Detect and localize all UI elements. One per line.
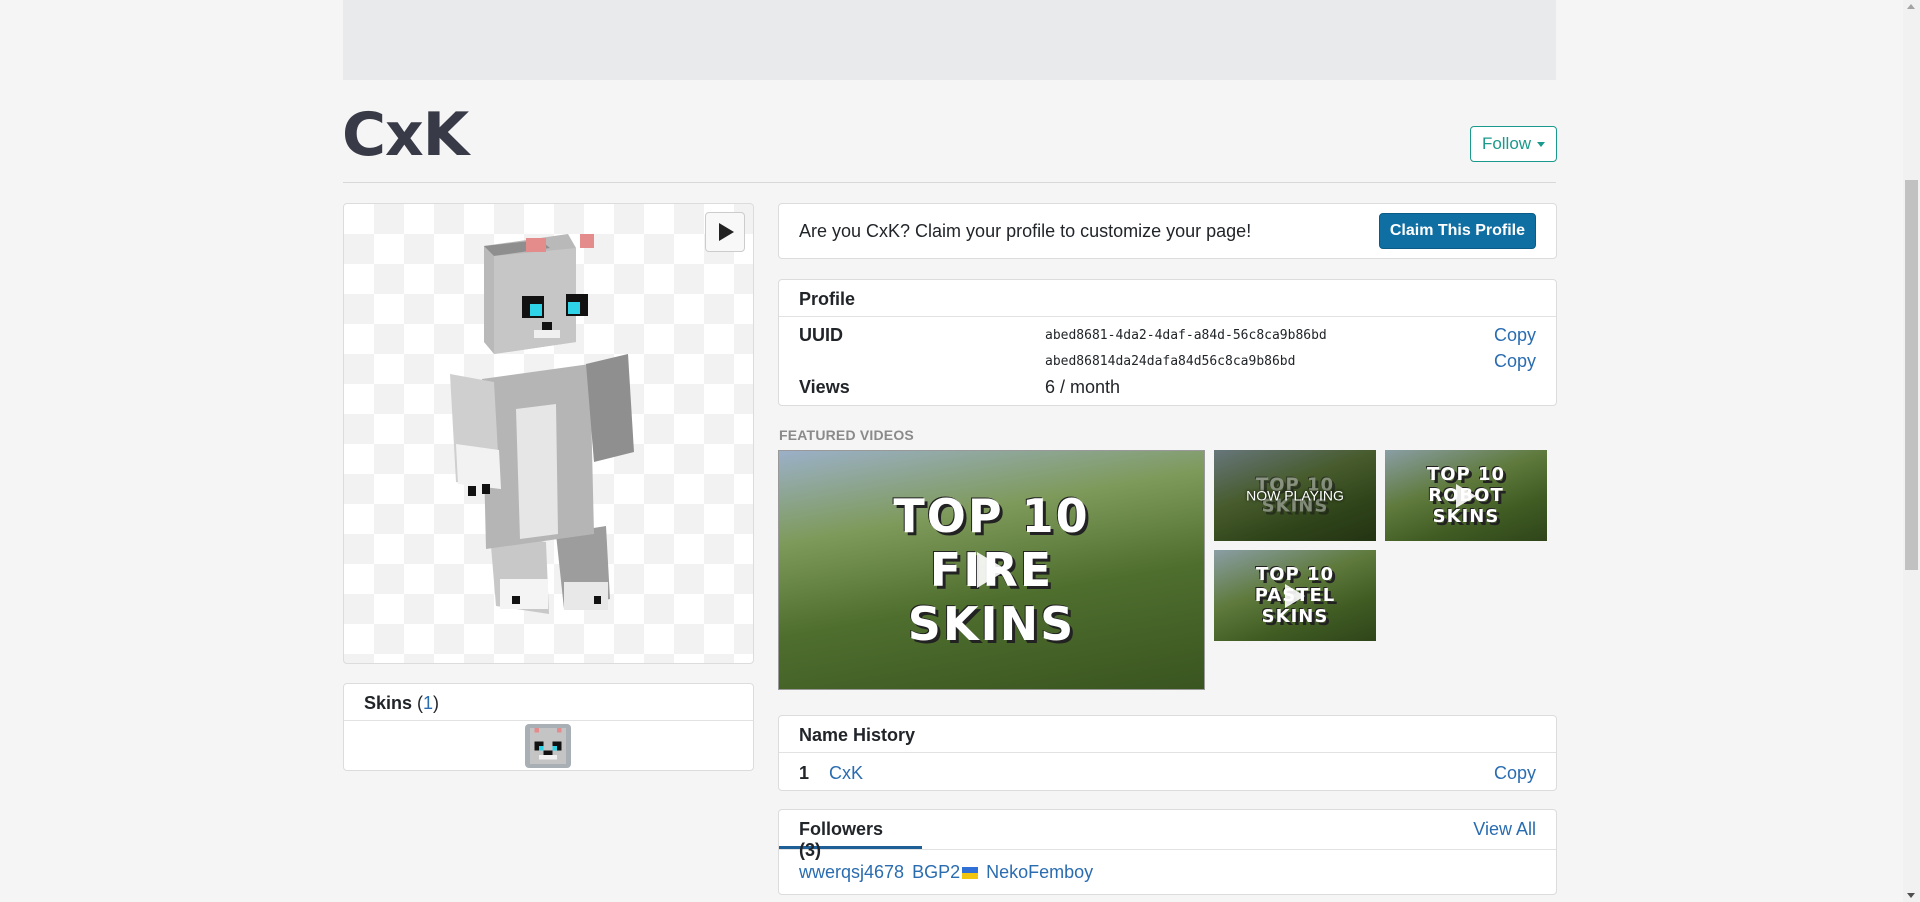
follower-link[interactable]: BGP2: [912, 862, 960, 882]
skin-thumbnail[interactable]: [525, 724, 571, 768]
name-history-card: Name History 1 CxK Copy: [778, 715, 1557, 791]
caret-down-icon: [1537, 141, 1546, 147]
title-divider: [343, 182, 1556, 183]
views-value: 6 / month: [1045, 377, 1121, 397]
followers-divider: [779, 849, 1556, 850]
copy-name-button[interactable]: Copy: [1494, 763, 1536, 784]
follow-dropdown-button[interactable]: Follow: [1470, 126, 1557, 162]
skins-label: Skins: [364, 693, 413, 713]
history-index: 1: [799, 763, 810, 783]
skins-count-link[interactable]: 1: [423, 693, 433, 713]
follower-link[interactable]: wwerqsj4678: [799, 862, 904, 883]
name-history-heading: Name History: [779, 716, 1556, 753]
uuid-dashed-value: abed8681-4da2-4daf-a84d-56c8ca9b86bd: [1045, 328, 1327, 343]
scroll-down-icon[interactable]: [1907, 893, 1915, 898]
now-playing-label: NOW PLAYING: [1246, 487, 1344, 503]
flag-icon: [962, 867, 979, 880]
play-icon: [976, 552, 1007, 588]
page-scrollbar[interactable]: [1903, 0, 1920, 902]
follower-link[interactable]: NekoFemboy: [986, 862, 1093, 883]
uuid-plain-value: abed86814da24dafa84d56c8ca9b86bd: [1045, 354, 1296, 369]
uuid-label: UUID: [799, 325, 843, 345]
claim-profile-card: Are you CxK? Claim your profile to custo…: [778, 203, 1557, 259]
uuid-row: UUID abed8681-4da2-4daf-a84d-56c8ca9b86b…: [799, 325, 1536, 346]
followers-tab[interactable]: Followers (3): [779, 810, 922, 860]
video-thumbnail-2[interactable]: TOP 10 ROBOT SKINS: [1385, 450, 1547, 541]
skin-viewer[interactable]: [343, 203, 754, 664]
video-thumbnail-1[interactable]: TOP 10 SKINS NOW PLAYING: [1214, 450, 1376, 541]
featured-videos-label: FEATURED VIDEOS: [779, 427, 914, 443]
play-icon: [719, 223, 734, 241]
featured-video-player[interactable]: TOP 10 FIRE SKINS: [778, 450, 1205, 690]
scroll-up-icon[interactable]: [1907, 4, 1915, 9]
scroll-thumb[interactable]: [1905, 180, 1918, 570]
profile-card: Profile UUID abed8681-4da2-4daf-a84d-56c…: [778, 279, 1557, 406]
history-name-link[interactable]: CxK: [829, 763, 1494, 784]
skin-head-icon: [530, 728, 566, 764]
copy-uuid-dashed-button[interactable]: Copy: [1494, 325, 1536, 346]
name-history-row: 1 CxK Copy: [799, 763, 1536, 784]
followers-list: wwerqsj4678 BGP2 NekoFemboy: [799, 862, 1093, 883]
skins-card: Skins (1): [343, 683, 754, 771]
claim-text: Are you CxK? Claim your profile to custo…: [799, 220, 1252, 241]
skins-heading: Skins (1): [344, 684, 753, 721]
views-row: Views 6 / month: [799, 377, 1536, 398]
skin-render: [450, 234, 634, 614]
followers-card: Followers (3) View All wwerqsj4678 BGP2 …: [778, 809, 1557, 895]
copy-uuid-plain-button[interactable]: Copy: [1494, 351, 1536, 372]
play-icon: [1456, 483, 1476, 508]
video-thumbnail-3[interactable]: TOP 10 PASTEL SKINS: [1214, 550, 1376, 641]
claim-profile-button[interactable]: Claim This Profile: [1378, 213, 1536, 249]
views-label: Views: [799, 377, 850, 397]
uuid-plain-row: abed86814da24dafa84d56c8ca9b86bd Copy: [799, 351, 1536, 372]
play-icon: [1285, 583, 1305, 608]
view-all-followers-link[interactable]: View All: [1473, 819, 1536, 840]
profile-heading: Profile: [779, 280, 1556, 317]
follow-label: Follow: [1481, 134, 1532, 153]
page-title: CxK: [342, 100, 469, 170]
animation-play-button[interactable]: [705, 212, 745, 252]
ad-placeholder: [343, 0, 1556, 80]
